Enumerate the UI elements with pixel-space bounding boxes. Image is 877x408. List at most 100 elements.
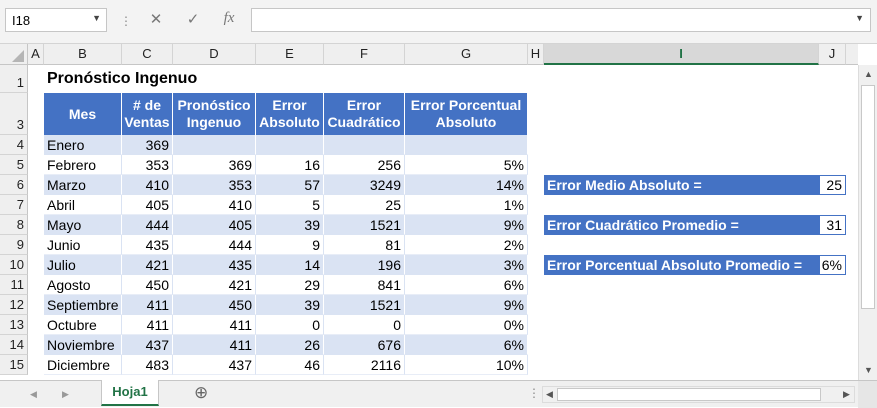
column-header-j[interactable]: J bbox=[819, 44, 846, 65]
table-cell-pronostico[interactable]: 437 bbox=[173, 355, 256, 375]
column-header-b[interactable]: B bbox=[44, 44, 122, 65]
function-icon[interactable]: fx bbox=[215, 10, 243, 34]
table-cell-pronostico[interactable]: 353 bbox=[173, 175, 256, 195]
row-header-7[interactable]: 7 bbox=[0, 195, 28, 215]
table-cell-ventas[interactable]: 450 bbox=[122, 275, 173, 295]
column-header-e[interactable]: E bbox=[256, 44, 324, 65]
table-cell-mes[interactable]: Noviembre bbox=[44, 335, 122, 355]
table-cell-cuad[interactable]: 1521 bbox=[324, 215, 405, 235]
table-cell-mes[interactable]: Marzo bbox=[44, 175, 122, 195]
table-cell-abs[interactable]: 57 bbox=[256, 175, 324, 195]
table-cell-cuad[interactable]: 0 bbox=[324, 315, 405, 335]
table-cell-abs[interactable]: 9 bbox=[256, 235, 324, 255]
name-box[interactable]: I18 ▼ bbox=[5, 8, 107, 32]
sheet-tab-hoja1[interactable]: Hoja1 bbox=[101, 380, 159, 406]
table-cell-cuad[interactable]: 676 bbox=[324, 335, 405, 355]
table-cell-ventas[interactable]: 421 bbox=[122, 255, 173, 275]
table-cell-mes[interactable]: Julio bbox=[44, 255, 122, 275]
scroll-down-icon[interactable]: ▼ bbox=[864, 365, 873, 375]
split-handle-icon[interactable]: ⋮ bbox=[528, 386, 540, 400]
row-header-9[interactable]: 9 bbox=[0, 235, 28, 255]
column-header-c[interactable]: C bbox=[122, 44, 173, 65]
table-cell-abs[interactable]: 46 bbox=[256, 355, 324, 375]
column-header-a[interactable]: A bbox=[28, 44, 44, 65]
horizontal-scrollbar[interactable]: ◀ ▶ bbox=[542, 386, 855, 403]
column-header-d[interactable]: D bbox=[173, 44, 256, 65]
column-header-f[interactable]: F bbox=[324, 44, 405, 65]
row-header-4[interactable]: 4 bbox=[0, 135, 28, 155]
table-cell-ventas[interactable]: 411 bbox=[122, 295, 173, 315]
row-header-8[interactable]: 8 bbox=[0, 215, 28, 235]
tab-scroll-left-icon[interactable]: ◀ bbox=[30, 389, 37, 400]
table-cell-abs[interactable]: 5 bbox=[256, 195, 324, 215]
table-cell-mes[interactable]: Abril bbox=[44, 195, 122, 215]
table-cell-abs[interactable]: 0 bbox=[256, 315, 324, 335]
formula-input[interactable]: ▼ bbox=[251, 8, 871, 32]
table-cell-pct[interactable]: 6% bbox=[405, 335, 528, 355]
table-cell-ventas[interactable]: 483 bbox=[122, 355, 173, 375]
table-cell-pct[interactable]: 1% bbox=[405, 195, 528, 215]
table-cell-pct[interactable]: 3% bbox=[405, 255, 528, 275]
scroll-right-icon[interactable]: ▶ bbox=[843, 389, 850, 400]
table-cell-mes[interactable]: Febrero bbox=[44, 155, 122, 175]
table-cell-pct[interactable] bbox=[405, 135, 528, 155]
table-cell-cuad[interactable]: 3249 bbox=[324, 175, 405, 195]
chevron-down-icon[interactable]: ▼ bbox=[92, 13, 101, 23]
row-header-10[interactable]: 10 bbox=[0, 255, 28, 275]
metric-value-rmse[interactable]: 31 bbox=[819, 215, 846, 235]
table-cell-pronostico[interactable]: 444 bbox=[173, 235, 256, 255]
table-cell-cuad[interactable]: 2116 bbox=[324, 355, 405, 375]
table-cell-ventas[interactable]: 405 bbox=[122, 195, 173, 215]
table-cell-pct[interactable]: 9% bbox=[405, 295, 528, 315]
table-cell-abs[interactable] bbox=[256, 135, 324, 155]
table-cell-pct[interactable]: 2% bbox=[405, 235, 528, 255]
table-cell-pronostico[interactable]: 450 bbox=[173, 295, 256, 315]
table-cell-mes[interactable]: Junio bbox=[44, 235, 122, 255]
table-cell-abs[interactable]: 14 bbox=[256, 255, 324, 275]
add-sheet-icon[interactable]: ⊕ bbox=[194, 383, 208, 403]
table-cell-cuad[interactable]: 256 bbox=[324, 155, 405, 175]
chevron-down-icon[interactable]: ▼ bbox=[855, 13, 864, 23]
vertical-scroll-thumb[interactable] bbox=[861, 85, 875, 309]
row-header-6[interactable]: 6 bbox=[0, 175, 28, 195]
table-cell-pct[interactable]: 9% bbox=[405, 215, 528, 235]
row-header-12[interactable]: 12 bbox=[0, 295, 28, 315]
table-cell-abs[interactable]: 39 bbox=[256, 295, 324, 315]
row-header-13[interactable]: 13 bbox=[0, 315, 28, 335]
row-header-11[interactable]: 11 bbox=[0, 275, 28, 295]
horizontal-scroll-thumb[interactable] bbox=[557, 388, 821, 401]
column-header-i[interactable]: I bbox=[544, 44, 819, 65]
table-cell-mes[interactable]: Agosto bbox=[44, 275, 122, 295]
column-header-h[interactable]: H bbox=[528, 44, 544, 65]
table-cell-mes[interactable]: Mayo bbox=[44, 215, 122, 235]
table-cell-cuad[interactable] bbox=[324, 135, 405, 155]
row-header-3[interactable]: 3 bbox=[0, 93, 28, 135]
table-cell-ventas[interactable]: 369 bbox=[122, 135, 173, 155]
table-cell-cuad[interactable]: 25 bbox=[324, 195, 405, 215]
table-cell-mes[interactable]: Octubre bbox=[44, 315, 122, 335]
column-header-g[interactable]: G bbox=[405, 44, 528, 65]
confirm-icon[interactable]: ✓ bbox=[178, 10, 208, 34]
table-cell-pct[interactable]: 6% bbox=[405, 275, 528, 295]
table-cell-abs[interactable]: 29 bbox=[256, 275, 324, 295]
table-cell-pronostico[interactable]: 421 bbox=[173, 275, 256, 295]
table-cell-pronostico[interactable]: 410 bbox=[173, 195, 256, 215]
metric-value-mae[interactable]: 25 bbox=[819, 175, 846, 195]
table-cell-pronostico[interactable]: 369 bbox=[173, 155, 256, 175]
table-cell-cuad[interactable]: 1521 bbox=[324, 295, 405, 315]
table-cell-pronostico[interactable]: 411 bbox=[173, 335, 256, 355]
table-cell-cuad[interactable]: 841 bbox=[324, 275, 405, 295]
table-cell-ventas[interactable]: 437 bbox=[122, 335, 173, 355]
table-cell-ventas[interactable]: 410 bbox=[122, 175, 173, 195]
table-cell-pronostico[interactable]: 405 bbox=[173, 215, 256, 235]
metric-value-mape[interactable]: 6% bbox=[819, 255, 846, 275]
table-cell-pronostico[interactable]: 435 bbox=[173, 255, 256, 275]
table-cell-abs[interactable]: 16 bbox=[256, 155, 324, 175]
table-cell-pct[interactable]: 14% bbox=[405, 175, 528, 195]
tab-scroll-right-icon[interactable]: ▶ bbox=[62, 389, 69, 400]
table-cell-ventas[interactable]: 444 bbox=[122, 215, 173, 235]
cancel-icon[interactable]: ✕ bbox=[141, 10, 171, 34]
table-cell-pronostico[interactable]: 411 bbox=[173, 315, 256, 335]
table-cell-abs[interactable]: 26 bbox=[256, 335, 324, 355]
row-header-14[interactable]: 14 bbox=[0, 335, 28, 355]
